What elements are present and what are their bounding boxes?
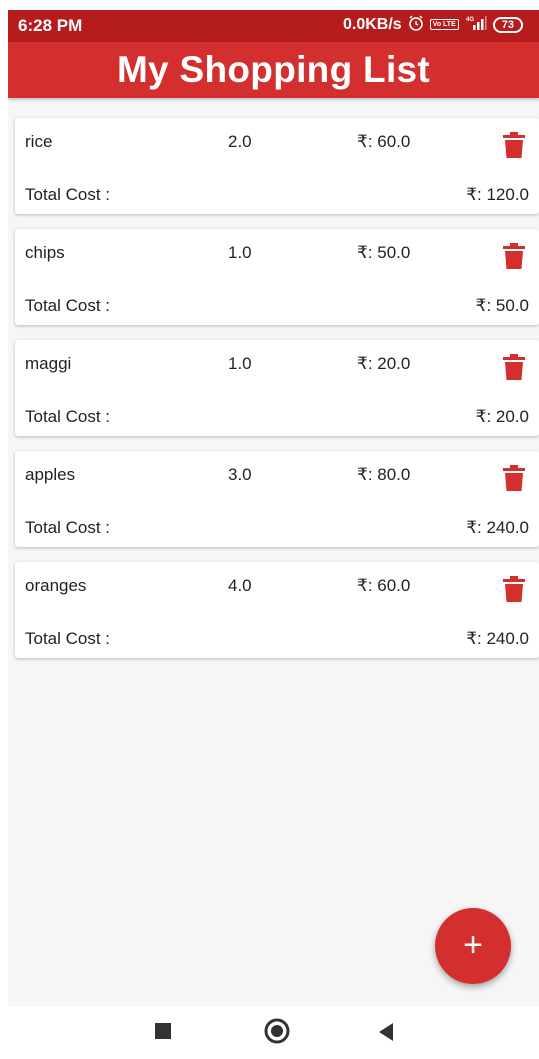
total-cost-label: Total Cost : (25, 407, 111, 426)
total-cost-label: Total Cost : (25, 296, 111, 315)
delete-icon[interactable] (503, 576, 525, 602)
plus-icon: + (463, 926, 483, 964)
total-cost-label: Total Cost : (25, 518, 111, 537)
add-item-button[interactable]: + (435, 908, 511, 984)
total-cost-value: ₹: 240.0 (466, 629, 529, 648)
delete-icon[interactable] (503, 465, 525, 491)
delete-icon[interactable] (503, 243, 525, 269)
network-type-label: 4G (466, 17, 474, 23)
item-price: ₹: 20.0 (357, 354, 411, 373)
status-time: 6:28 PM (18, 16, 83, 35)
item-price: ₹: 60.0 (357, 576, 411, 595)
item-quantity: 1.0 (228, 354, 252, 373)
app-bar: My Shopping List (8, 42, 539, 98)
signal-icon: 4G (465, 15, 487, 34)
alarm-icon (408, 15, 424, 34)
home-circle-icon[interactable] (264, 1018, 290, 1049)
item-quantity: 4.0 (228, 576, 252, 595)
list-item[interactable]: apples 3.0 ₹: 80.0 Total Cost : ₹: 240.0 (15, 451, 539, 547)
total-cost-value: ₹: 20.0 (475, 407, 529, 426)
item-price: ₹: 60.0 (357, 132, 411, 151)
item-name: chips (25, 243, 65, 262)
total-cost-label: Total Cost : (25, 629, 111, 648)
item-quantity: 1.0 (228, 243, 252, 262)
total-cost-value: ₹: 50.0 (475, 296, 529, 315)
total-cost-value: ₹: 120.0 (466, 185, 529, 204)
item-name: apples (25, 465, 76, 484)
item-name: rice (25, 132, 53, 151)
back-triangle-icon[interactable] (377, 1022, 395, 1047)
list-item[interactable]: rice 2.0 ₹: 60.0 Total Cost : ₹: 120.0 (15, 118, 539, 214)
system-nav-bar (8, 1006, 539, 1059)
total-cost-value: ₹: 240.0 (466, 518, 529, 537)
list-item[interactable]: maggi 1.0 ₹: 20.0 Total Cost : ₹: 20.0 (15, 340, 539, 436)
battery-icon: 73 (492, 16, 523, 33)
delete-icon[interactable] (503, 354, 525, 380)
item-name: oranges (25, 576, 87, 595)
status-icons: 0.0KB/s Vo LTE 4G 73 (343, 15, 523, 34)
item-quantity: 2.0 (228, 132, 252, 151)
item-quantity: 3.0 (228, 465, 252, 484)
status-bar: 6:28 PM 0.0KB/s Vo LTE 4G 73 (8, 10, 539, 42)
recents-square-icon[interactable] (154, 1022, 172, 1045)
total-cost-label: Total Cost : (25, 185, 111, 204)
network-speed: 0.0KB/s (342, 15, 402, 33)
list-item[interactable]: oranges 4.0 ₹: 60.0 Total Cost : ₹: 240.… (15, 562, 539, 658)
app-screen: 6:28 PM 0.0KB/s Vo LTE 4G 73 My Shopping… (8, 10, 539, 1059)
item-name: maggi (25, 354, 72, 373)
item-price: ₹: 80.0 (357, 465, 411, 484)
page-title: My Shopping List (116, 49, 431, 90)
list-item[interactable]: chips 1.0 ₹: 50.0 Total Cost : ₹: 50.0 (15, 229, 539, 325)
delete-icon[interactable] (503, 132, 525, 158)
volte-icon: Vo LTE (429, 19, 459, 30)
item-price: ₹: 50.0 (357, 243, 411, 262)
